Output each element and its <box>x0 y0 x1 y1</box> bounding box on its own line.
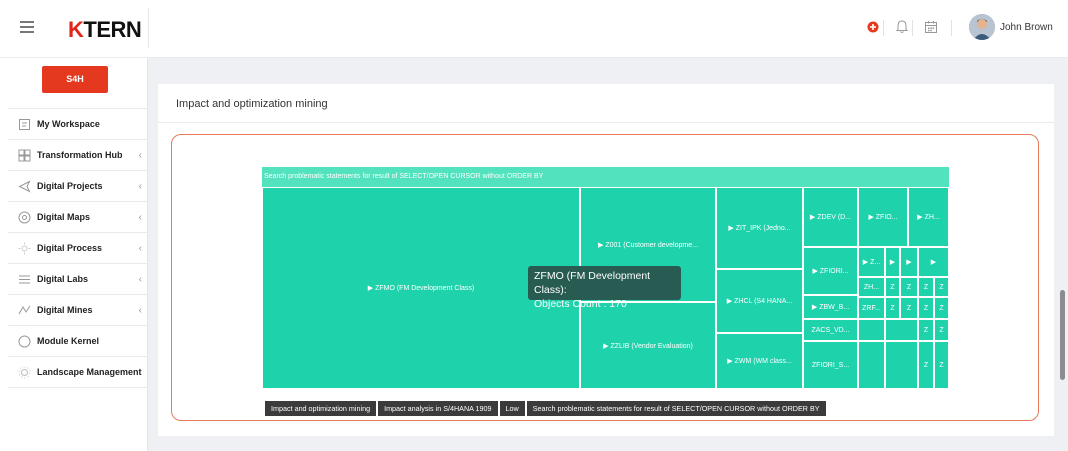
sidebar-divider <box>8 387 148 388</box>
sidebar-item-digital-mines[interactable]: Digital Mines ‹ <box>8 294 148 325</box>
workspace-icon <box>18 118 31 131</box>
treemap-tile[interactable]: Z <box>934 341 949 389</box>
tooltip-title: ZFMO (FM Development Class): <box>534 270 651 296</box>
treemap-tile[interactable] <box>858 341 885 389</box>
sidebar-item-label: Landscape Management <box>37 367 142 377</box>
breadcrumb-item[interactable]: Impact and optimization mining <box>265 401 377 416</box>
separator <box>951 20 952 36</box>
treemap-tile[interactable]: Z <box>918 319 934 341</box>
treemap-tile[interactable] <box>885 319 918 341</box>
treemap-tile[interactable]: ▶ ZFIO... <box>858 187 908 247</box>
treemap-tile[interactable]: Z <box>918 297 934 319</box>
sidebar-item-label: Module Kernel <box>37 336 100 346</box>
list-icon <box>18 273 31 286</box>
calendar-icon[interactable] <box>922 18 940 36</box>
treemap-tile[interactable]: Z <box>900 277 918 297</box>
sidebar-item-label: Transformation Hub <box>37 150 123 160</box>
treemap-tile[interactable]: ZH... <box>858 277 885 297</box>
treemap-tile[interactable]: ▶ ZFIORI... <box>803 247 858 295</box>
treemap-tile[interactable]: Z <box>934 319 949 341</box>
treemap-tile[interactable]: Z <box>885 297 900 319</box>
sidebar-item-label: Digital Labs <box>37 274 89 284</box>
panel-divider <box>158 122 1054 123</box>
separator <box>912 20 913 36</box>
sidebar-item-label: My Workspace <box>37 119 100 129</box>
sidebar-item-label: Digital Projects <box>37 181 103 191</box>
sidebar-item-digital-maps[interactable]: Digital Maps ‹ <box>8 201 148 232</box>
sidebar-item-label: Digital Process <box>37 243 103 253</box>
treemap-tile[interactable]: ▶ ZHCL (S4 HANA... <box>716 269 803 333</box>
treemap-tooltip: ZFMO (FM Development Class): Objects Cou… <box>528 266 681 310</box>
plus-icon[interactable] <box>864 18 882 36</box>
treemap-tile[interactable]: Z <box>918 341 934 389</box>
treemap-tile[interactable]: ▶ <box>885 247 900 277</box>
separator <box>883 20 884 36</box>
grid-icon <box>18 149 31 162</box>
chevron-left-icon: ‹ <box>138 211 142 223</box>
breadcrumb: Impact and optimization mining Impact an… <box>265 401 826 416</box>
chevron-left-icon: ‹ <box>138 149 142 161</box>
sidebar-item-label: Digital Mines <box>37 305 93 315</box>
treemap-tile[interactable]: ▶ Z... <box>858 247 885 277</box>
send-icon <box>18 179 31 193</box>
chevron-left-icon: ‹ <box>138 180 142 192</box>
treemap-tile[interactable]: Z <box>900 297 918 319</box>
sidebar-item-label: Digital Maps <box>37 212 91 222</box>
treemap-tile[interactable]: ZFIORI_S... <box>803 341 858 389</box>
chevron-left-icon: ‹ <box>138 273 142 285</box>
treemap-tile[interactable]: ▶ ZIT_IPK (Jedno... <box>716 187 803 269</box>
treemap-tile[interactable]: ZACS_VD... <box>803 319 858 341</box>
bell-icon[interactable] <box>893 18 911 36</box>
map-icon <box>18 211 31 224</box>
sidebar-item-my-workspace[interactable]: My Workspace <box>8 108 148 139</box>
chevron-left-icon: ‹ <box>138 242 142 254</box>
scrollbar[interactable] <box>1060 290 1065 380</box>
breadcrumb-item[interactable]: Low <box>497 401 525 416</box>
treemap-tile[interactable] <box>885 341 918 389</box>
user-avatar[interactable] <box>969 14 995 40</box>
sidebar-item-digital-labs[interactable]: Digital Labs ‹ <box>8 263 148 294</box>
sidebar-item-landscape-management[interactable]: Landscape Management <box>8 356 148 387</box>
s4h-brand-button[interactable]: S4H <box>42 66 108 93</box>
treemap-tile[interactable]: ▶ ZDEV (D... <box>803 187 858 247</box>
panel-title: Impact and optimization mining <box>176 98 328 110</box>
user-name[interactable]: John Brown <box>1000 22 1053 33</box>
treemap-tile[interactable] <box>858 319 885 341</box>
process-icon <box>18 242 31 255</box>
treemap-tile[interactable]: Z <box>934 297 949 319</box>
settings-icon <box>18 366 31 379</box>
treemap-tile[interactable]: Z <box>934 277 949 297</box>
circle-icon <box>18 335 31 348</box>
breadcrumb-item[interactable]: Search problematic statements for result… <box>524 401 826 416</box>
sidebar-item-digital-projects[interactable]: Digital Projects ‹ <box>8 170 148 201</box>
treemap-tile[interactable]: ▶ ZBW_B... <box>803 295 858 319</box>
treemap-tile[interactable]: ▶ <box>900 247 918 277</box>
treemap-header[interactable]: Search problematic statements for result… <box>262 167 949 187</box>
sidebar-item-module-kernel[interactable]: Module Kernel <box>8 325 148 356</box>
chevron-left-icon: ‹ <box>138 304 142 316</box>
topbar-divider <box>148 8 149 48</box>
sidebar-item-digital-process[interactable]: Digital Process ‹ <box>8 232 148 263</box>
top-bar: KTERN John Brown <box>0 0 1068 58</box>
mines-icon <box>18 304 31 317</box>
treemap-tile[interactable]: Z <box>885 277 900 297</box>
avatar-icon <box>969 14 995 40</box>
ktern-logo[interactable]: KTERN <box>68 17 142 43</box>
hamburger-menu-icon[interactable] <box>20 21 34 33</box>
treemap-tile[interactable]: ZRF... <box>858 297 885 319</box>
treemap-tile[interactable]: ▶ ZZLIB (Vendor Evaluation) <box>580 302 716 389</box>
treemap-tile[interactable]: ▶ ZH... <box>908 187 949 247</box>
treemap-tile[interactable]: ▶ <box>918 247 949 277</box>
sidebar: S4H My Workspace Transformation Hub ‹ Di… <box>0 58 148 451</box>
sidebar-item-transformation-hub[interactable]: Transformation Hub ‹ <box>8 139 148 170</box>
breadcrumb-item[interactable]: Impact analysis in S/4HANA 1909 <box>376 401 498 416</box>
tooltip-value: Objects Count : 170 <box>534 298 627 310</box>
treemap-tile[interactable]: Z <box>918 277 934 297</box>
treemap-tile[interactable]: ▶ ZWM (WM class... <box>716 333 803 389</box>
